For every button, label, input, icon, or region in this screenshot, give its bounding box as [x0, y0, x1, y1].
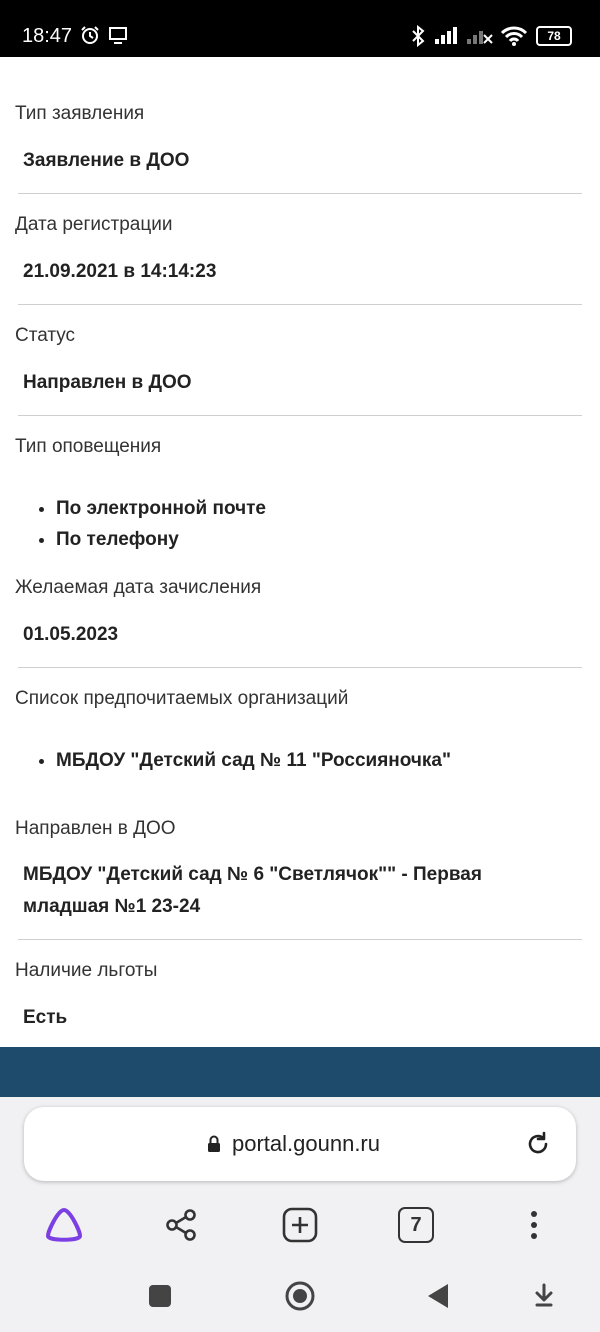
status-bar: 18:47 78 — [0, 0, 600, 57]
page-footer-banner — [0, 1047, 600, 1097]
directed-label: Направлен в ДОО — [15, 818, 176, 839]
divider — [18, 667, 582, 668]
url-text[interactable]: portal.gounn.ru — [232, 1131, 380, 1157]
tabs-count: 7 — [410, 1213, 422, 1236]
divider — [18, 939, 582, 940]
lock-icon — [207, 1135, 221, 1158]
reg-date-label: Дата регистрации — [15, 214, 173, 235]
tabs-icon: 7 — [398, 1207, 434, 1243]
alice-assistant-icon[interactable] — [42, 1203, 86, 1247]
status-time: 18:47 — [22, 25, 73, 47]
battery-icon: 78 — [536, 26, 572, 46]
back-icon[interactable] — [416, 1274, 460, 1318]
wifi-icon — [500, 25, 528, 52]
divider — [18, 415, 582, 416]
list-item: По электронной почте — [56, 493, 266, 524]
bluetooth-icon — [410, 24, 426, 52]
status-value: Направлен в ДОО — [23, 372, 192, 393]
notify-type-list: По электронной почте По телефону — [38, 493, 266, 555]
list-item: МБДОУ "Детский сад № 11 "Россияночка" — [56, 745, 451, 776]
address-bar[interactable]: portal.gounn.ru — [24, 1107, 576, 1181]
more-menu-icon[interactable] — [512, 1203, 556, 1247]
signal-off-icon — [466, 25, 494, 50]
desired-date-value: 01.05.2023 — [23, 624, 119, 645]
benefit-label: Наличие льготы — [15, 960, 158, 981]
notify-type-label: Тип оповещения — [15, 436, 162, 457]
reload-icon[interactable] — [524, 1130, 552, 1163]
signal-icon — [434, 25, 462, 50]
recent-apps-icon[interactable] — [138, 1274, 182, 1318]
benefit-value: Есть — [23, 1007, 68, 1028]
app-type-label: Тип заявления — [15, 103, 145, 124]
orgs-list: МБДОУ "Детский сад № 11 "Россияночка" — [38, 745, 451, 776]
divider — [18, 304, 582, 305]
directed-value-line1: МБДОУ "Детский сад № 6 "Светлячок"" - Пе… — [23, 864, 482, 885]
battery-level: 78 — [536, 26, 572, 46]
screen-icon — [108, 25, 128, 50]
alarm-icon — [80, 25, 100, 50]
home-icon[interactable] — [278, 1274, 322, 1318]
directed-value-line2: младшая №1 23-24 — [23, 896, 201, 917]
reg-date-value: 21.09.2021 в 14:14:23 — [23, 261, 217, 282]
divider — [18, 193, 582, 194]
list-item: По телефону — [56, 524, 266, 555]
tabs-button[interactable]: 7 — [394, 1203, 438, 1247]
application-details: Тип заявления Заявление в ДОО Дата регис… — [0, 57, 600, 1047]
orgs-label: Список предпочитаемых организаций — [15, 688, 349, 709]
new-tab-icon[interactable] — [278, 1203, 322, 1247]
share-icon[interactable] — [159, 1203, 203, 1247]
status-label: Статус — [15, 325, 76, 346]
app-type-value: Заявление в ДОО — [23, 150, 190, 171]
desired-date-label: Желаемая дата зачисления — [15, 577, 262, 598]
hide-nav-icon[interactable] — [522, 1274, 566, 1318]
